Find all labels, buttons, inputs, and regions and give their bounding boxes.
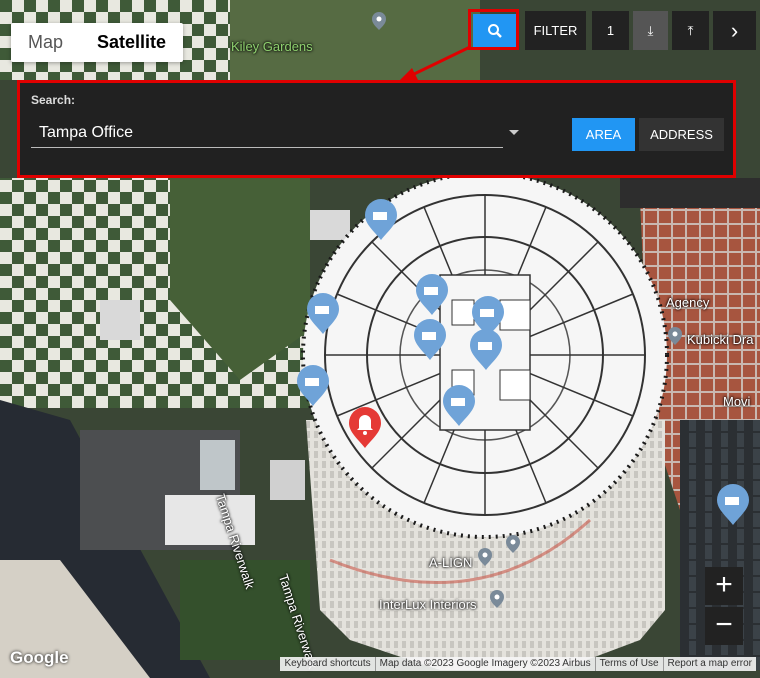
move-up-icon[interactable]: ⤒ <box>672 11 709 50</box>
alarm-bell-marker[interactable] <box>349 407 381 448</box>
chevron-right-icon[interactable]: › <box>713 11 756 50</box>
move-down-icon[interactable]: ⤓ <box>633 11 668 50</box>
map-attribution: Keyboard shortcuts Map data ©2023 Google… <box>280 657 756 671</box>
camera-marker[interactable] <box>470 329 502 370</box>
search-label: Search: <box>31 93 76 107</box>
address-button[interactable]: ADDRESS <box>639 118 724 151</box>
map-view[interactable]: Kiley Gardens Agency Kubicki Dra Movi A-… <box>0 0 760 678</box>
zoom-in-button[interactable]: + <box>705 567 743 605</box>
place-pin-icon[interactable] <box>478 548 492 566</box>
report-map-error-link[interactable]: Report a map error <box>662 657 756 671</box>
keyboard-shortcuts-link[interactable]: Keyboard shortcuts <box>280 657 374 671</box>
place-pin-icon[interactable] <box>668 327 682 345</box>
search-select[interactable]: Tampa Office <box>31 119 503 148</box>
google-logo: Google <box>10 648 69 667</box>
place-pin-icon[interactable] <box>506 535 520 553</box>
filter-button[interactable]: FILTER <box>525 11 586 50</box>
camera-marker[interactable] <box>717 484 749 525</box>
camera-marker[interactable] <box>414 319 446 360</box>
place-pin-icon[interactable] <box>490 590 504 608</box>
search-button-highlight <box>468 9 519 50</box>
area-button[interactable]: AREA <box>572 118 635 151</box>
map-data-text: Map data ©2023 Google Imagery ©2023 Airb… <box>374 657 595 671</box>
camera-marker[interactable] <box>416 274 448 315</box>
search-panel: Search: Tampa Office AREA ADDRESS <box>17 80 736 178</box>
dropdown-caret-icon[interactable] <box>509 130 519 135</box>
map-type-map-button[interactable]: Map <box>11 23 80 62</box>
search-select-value: Tampa Office <box>39 124 133 141</box>
landmark-pin-icon[interactable] <box>372 12 386 30</box>
zoom-out-button[interactable]: − <box>705 607 743 645</box>
map-type-satellite-button[interactable]: Satellite <box>80 23 183 62</box>
camera-marker[interactable] <box>307 293 339 334</box>
camera-marker[interactable] <box>365 199 397 240</box>
count-badge-button[interactable]: 1 <box>592 11 629 50</box>
camera-marker[interactable] <box>443 385 475 426</box>
map-type-control: Map Satellite <box>11 23 184 62</box>
camera-marker[interactable] <box>297 365 329 406</box>
terms-of-use-link[interactable]: Terms of Use <box>594 657 663 671</box>
callout-arrow <box>398 45 471 82</box>
